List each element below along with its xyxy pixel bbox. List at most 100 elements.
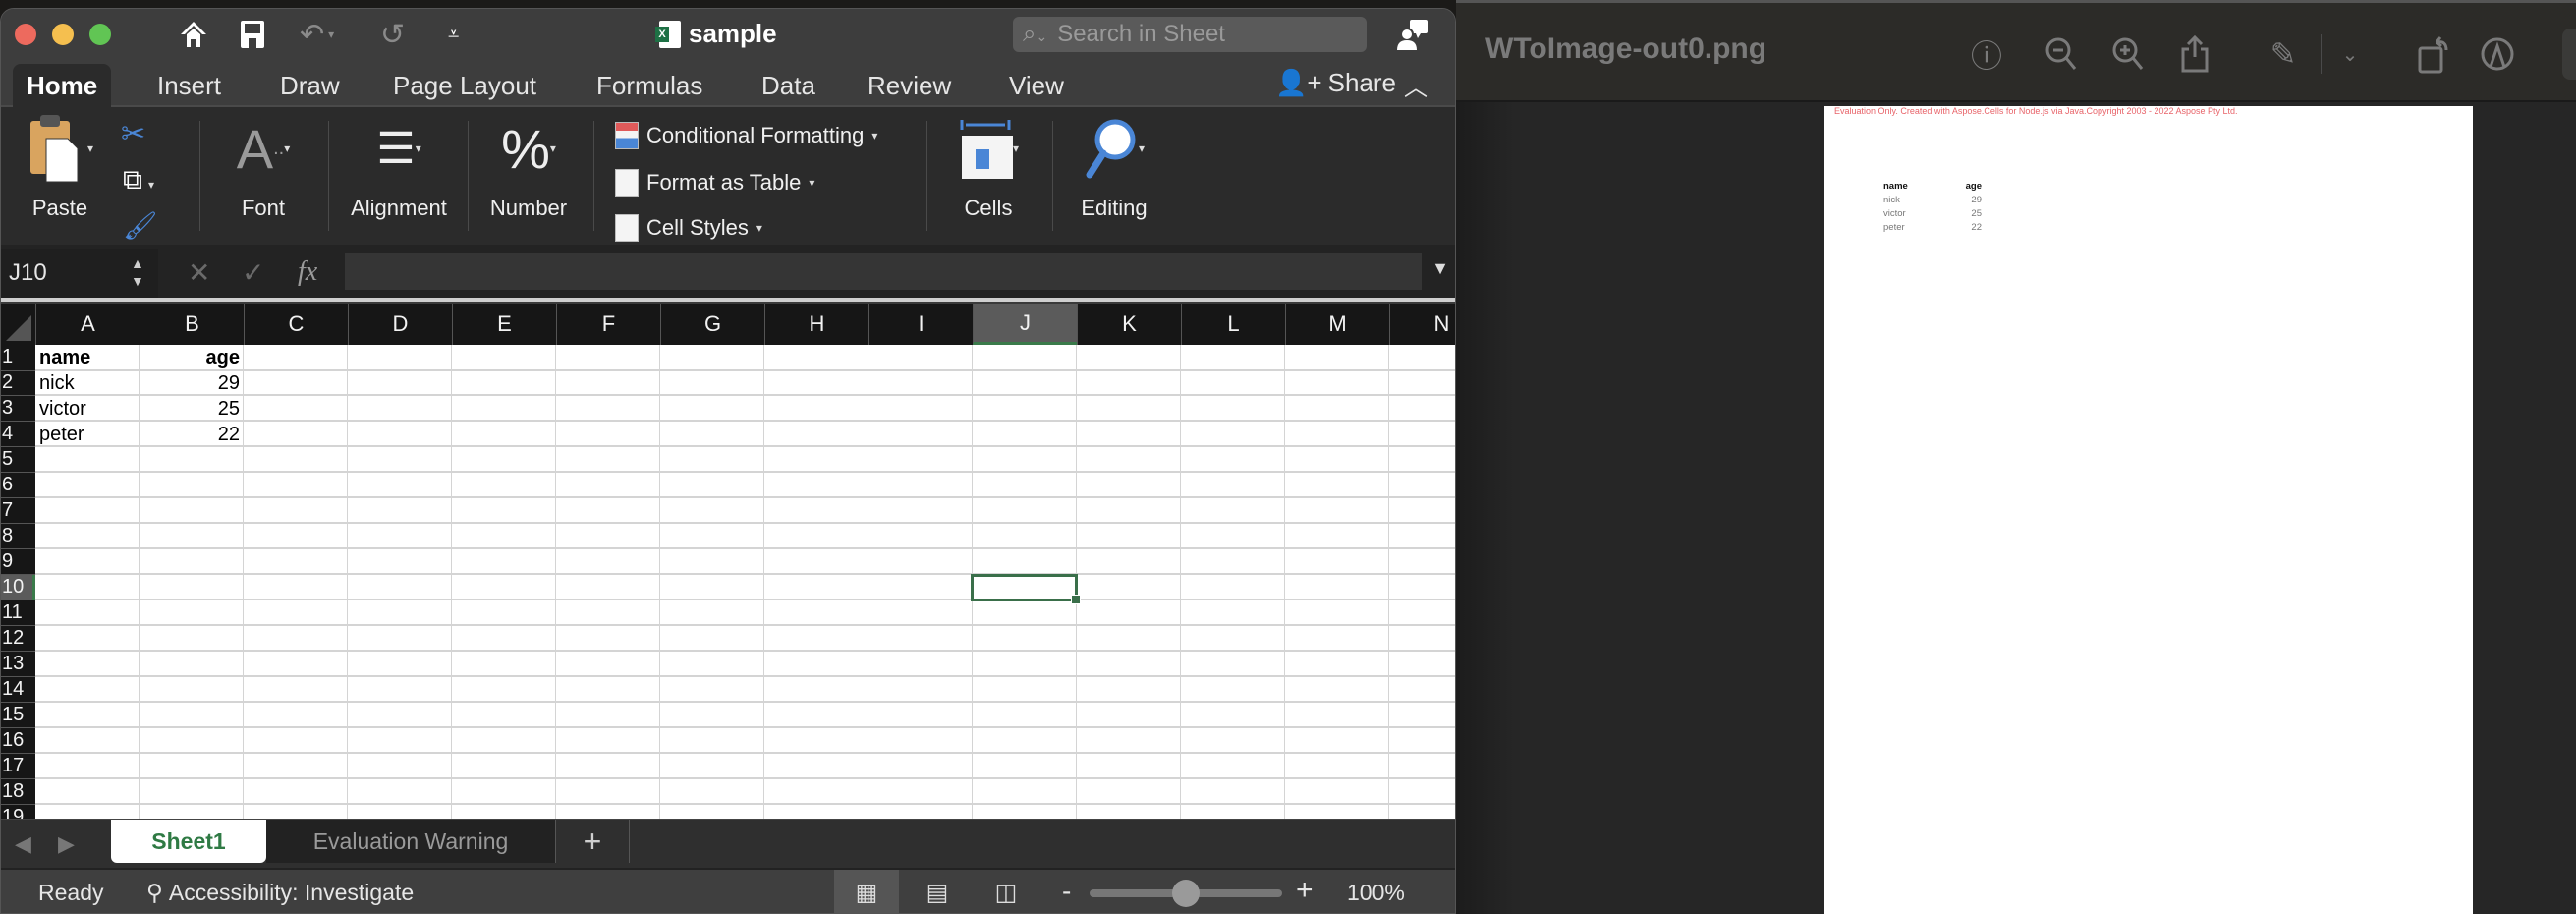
- share-icon[interactable]: [2175, 34, 2214, 74]
- zoom-slider-thumb[interactable]: [1172, 880, 1200, 907]
- tab-insert[interactable]: Insert: [143, 64, 235, 107]
- column-header-j[interactable]: J: [973, 304, 1077, 345]
- tab-data[interactable]: Data: [748, 64, 829, 107]
- column-header-b[interactable]: B: [140, 304, 244, 345]
- row-header-7[interactable]: 7: [1, 498, 35, 524]
- cell-a4[interactable]: peter: [35, 422, 140, 447]
- select-all-button[interactable]: [1, 304, 35, 345]
- row-header-6[interactable]: 6: [1, 473, 35, 498]
- comments-person-icon[interactable]: [1396, 17, 1429, 52]
- undo-icon[interactable]: ↶ ▾: [300, 17, 334, 52]
- tab-formulas[interactable]: Formulas: [583, 64, 716, 107]
- row-header-2[interactable]: 2: [1, 371, 35, 396]
- spreadsheet-grid[interactable]: ABCDEFGHIJKLMN 1 2 3 4 5 6 7 8 9 10 11 12 13 14 15 16 17…: [1, 304, 1455, 819]
- expand-formula-bar-icon[interactable]: ▼: [1431, 258, 1449, 279]
- close-window-button[interactable]: [15, 24, 36, 45]
- number-button[interactable]: % ▾ Number: [475, 107, 583, 245]
- confirm-formula-icon[interactable]: ✓: [242, 257, 264, 289]
- save-icon[interactable]: [239, 17, 266, 52]
- editing-button[interactable]: ▾ Editing: [1060, 107, 1168, 245]
- copy-icon[interactable]: ⧉ ▾: [123, 164, 154, 197]
- page-layout-view-icon[interactable]: ▤: [905, 870, 970, 913]
- zoom-slider[interactable]: [1090, 880, 1282, 907]
- row-header-15[interactable]: 15: [1, 703, 35, 728]
- page-break-view-icon[interactable]: ◫: [974, 870, 1038, 913]
- cell-b1[interactable]: age: [140, 345, 244, 371]
- cell-a2[interactable]: nick: [35, 371, 140, 396]
- tab-page-layout[interactable]: Page Layout: [379, 64, 550, 107]
- markup-pen-icon[interactable]: ✎: [2264, 34, 2303, 74]
- rotate-icon[interactable]: [2415, 34, 2454, 74]
- font-button[interactable]: A.. ▾ Font: [209, 107, 317, 245]
- annotate-icon[interactable]: [2478, 34, 2517, 74]
- zoom-level[interactable]: 100%: [1347, 880, 1405, 906]
- cell-area[interactable]: name age nick 29 victor 25 peter 22: [35, 345, 1455, 819]
- row-header-17[interactable]: 17: [1, 754, 35, 779]
- row-header-10[interactable]: 10: [1, 575, 35, 600]
- row-header-3[interactable]: 3: [1, 396, 35, 422]
- column-header-n[interactable]: N: [1389, 304, 1455, 345]
- chevron-down-icon[interactable]: ⌄: [2330, 34, 2370, 74]
- tab-view[interactable]: View: [995, 64, 1078, 107]
- zoom-out-icon[interactable]: [2042, 34, 2081, 74]
- cell-b4[interactable]: 22: [140, 422, 244, 447]
- previous-sheet-icon[interactable]: ◀: [15, 831, 31, 857]
- row-header-13[interactable]: 13: [1, 652, 35, 677]
- share-button[interactable]: 👤+ Share: [1275, 68, 1396, 98]
- paste-button[interactable]: ▾ Paste: [11, 107, 109, 245]
- zoom-in-icon[interactable]: [2108, 34, 2148, 74]
- cell-b2[interactable]: 29: [140, 371, 244, 396]
- column-header-i[interactable]: I: [868, 304, 973, 345]
- active-cell[interactable]: [971, 574, 1081, 604]
- add-sheet-button[interactable]: +: [555, 820, 630, 863]
- row-header-8[interactable]: 8: [1, 524, 35, 549]
- name-box-stepper-icon[interactable]: ▲ ▼: [131, 255, 144, 290]
- format-painter-icon[interactable]: 🖌: [123, 209, 158, 242]
- zoom-out-button[interactable]: -: [1062, 876, 1071, 907]
- alignment-button[interactable]: ☰ ▾ Alignment: [335, 107, 463, 245]
- cut-icon[interactable]: ✂: [121, 117, 145, 151]
- normal-view-icon[interactable]: ▦: [834, 870, 899, 913]
- insert-function-icon[interactable]: fx: [298, 257, 317, 288]
- name-box[interactable]: J10 ▲ ▼: [1, 249, 158, 298]
- column-header-c[interactable]: C: [244, 304, 348, 345]
- zoom-in-button[interactable]: +: [1296, 874, 1314, 907]
- column-header-f[interactable]: F: [556, 304, 660, 345]
- column-header-d[interactable]: D: [348, 304, 452, 345]
- customize-toolbar-icon[interactable]: ⩡: [448, 17, 459, 52]
- cell-b3[interactable]: 25: [140, 396, 244, 422]
- column-header-g[interactable]: G: [660, 304, 764, 345]
- formula-input[interactable]: [345, 253, 1422, 290]
- row-header-19[interactable]: 19: [1, 805, 35, 819]
- row-header-12[interactable]: 12: [1, 626, 35, 652]
- cells-button[interactable]: ▾ Cells: [934, 107, 1042, 245]
- next-sheet-icon[interactable]: ▶: [58, 831, 75, 857]
- maximize-window-button[interactable]: [89, 24, 111, 45]
- minimize-window-button[interactable]: [52, 24, 74, 45]
- cell-a3[interactable]: victor: [35, 396, 140, 422]
- row-header-1[interactable]: 1: [1, 345, 35, 371]
- column-header-m[interactable]: M: [1285, 304, 1389, 345]
- row-header-16[interactable]: 16: [1, 728, 35, 754]
- row-header-4[interactable]: 4: [1, 422, 35, 447]
- row-header-11[interactable]: 11: [1, 600, 35, 626]
- search-sheet-input[interactable]: ⌕⌄ Search in Sheet: [1013, 17, 1367, 52]
- row-header-18[interactable]: 18: [1, 779, 35, 805]
- row-header-14[interactable]: 14: [1, 677, 35, 703]
- column-header-a[interactable]: A: [35, 304, 140, 345]
- cancel-formula-icon[interactable]: ✕: [188, 257, 210, 289]
- sheet-tab-evaluation-warning[interactable]: Evaluation Warning: [266, 820, 555, 863]
- redo-icon[interactable]: ↺: [380, 17, 405, 52]
- tab-home[interactable]: Home: [13, 64, 112, 107]
- sheet-tab-sheet1[interactable]: Sheet1: [111, 820, 266, 863]
- accessibility-button[interactable]: ⚲ Accessibility: Investigate: [146, 880, 414, 906]
- row-header-5[interactable]: 5: [1, 447, 35, 473]
- column-header-l[interactable]: L: [1181, 304, 1285, 345]
- preview-search-field[interactable]: [2562, 29, 2576, 80]
- cell-styles-button[interactable]: Cell Styles ▾: [615, 213, 762, 243]
- home-icon[interactable]: [178, 17, 209, 52]
- cell-a1[interactable]: name: [35, 345, 140, 371]
- tab-review[interactable]: Review: [854, 64, 965, 107]
- column-header-k[interactable]: K: [1077, 304, 1181, 345]
- conditional-formatting-button[interactable]: Conditional Formatting ▾: [615, 121, 877, 150]
